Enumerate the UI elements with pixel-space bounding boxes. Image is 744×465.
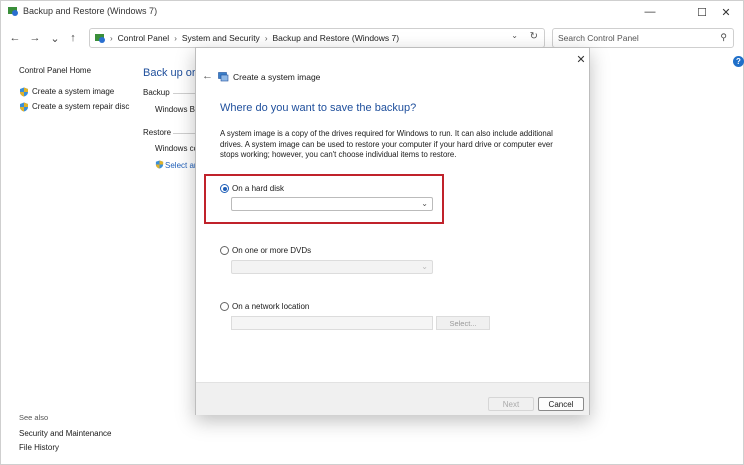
breadcrumb-separator: › [264, 33, 268, 43]
create-system-image-label: Create a system image [32, 87, 115, 96]
select-another-backup-link[interactable]: Select an [155, 160, 198, 170]
select-network-button: Select... [436, 316, 490, 330]
back-arrow-icon[interactable]: ← [7, 30, 23, 46]
dialog-description: A system image is a copy of the drives r… [220, 129, 553, 159]
restore-status: Windows cc [155, 144, 198, 153]
address-bar[interactable]: › Control Panel › System and Security › … [89, 28, 545, 48]
window-title: Backup and Restore (Windows 7) [23, 6, 158, 16]
highlight-box [204, 174, 444, 224]
chevron-down-icon: ⌄ [421, 262, 428, 271]
address-dropdown-icon[interactable]: ⌄ [511, 31, 518, 40]
control-panel-icon [95, 34, 105, 43]
recent-locations-chevron-icon[interactable]: ⌄ [47, 30, 63, 46]
search-icon[interactable]: ⚲ [720, 32, 727, 43]
help-icon[interactable]: ? [733, 56, 744, 67]
backup-restore-window: Backup and Restore (Windows 7) — ☐ ✕ ← →… [0, 0, 744, 465]
minimize-button[interactable]: — [633, 1, 667, 23]
title-bar: Backup and Restore (Windows 7) — ☐ ✕ [1, 1, 743, 23]
breadcrumb-backup-restore[interactable]: Backup and Restore (Windows 7) [272, 33, 399, 43]
shield-icon [155, 160, 164, 169]
system-image-icon [218, 72, 229, 82]
up-arrow-icon[interactable]: ↑ [65, 30, 81, 46]
network-location-option[interactable]: On a network location [220, 302, 309, 311]
cancel-button[interactable]: Cancel [538, 397, 584, 411]
dialog-heading: Where do you want to save the backup? [220, 102, 417, 114]
breadcrumb-system-and-security[interactable]: System and Security [182, 33, 260, 43]
create-repair-disc-link[interactable]: Create a system repair disc [19, 99, 139, 114]
breadcrumb-control-panel[interactable]: Control Panel [118, 33, 170, 43]
select-another-backup-label: Select an [165, 161, 199, 170]
network-location-radio[interactable] [220, 302, 229, 311]
see-also-heading: See also [19, 413, 49, 422]
create-repair-disc-label: Create a system repair disc [32, 102, 130, 111]
create-system-image-link[interactable]: Create a system image [19, 84, 139, 99]
search-input[interactable]: Search Control Panel ⚲ [552, 28, 734, 48]
file-history-link[interactable]: File History [19, 443, 59, 452]
network-location-field [231, 316, 433, 330]
create-system-image-dialog: ✕ ← Create a system image Where do you w… [195, 47, 590, 415]
dvd-label: On one or more DVDs [232, 246, 312, 255]
shield-icon [20, 102, 28, 111]
breadcrumb-separator: › [174, 33, 177, 43]
left-pane: Control Panel Home Create a system image… [19, 63, 139, 114]
breadcrumb-separator: › [110, 33, 113, 43]
dvd-radio[interactable] [220, 246, 229, 255]
dialog-close-button[interactable]: ✕ [574, 52, 588, 66]
backup-status: Windows Ba [155, 105, 200, 114]
dialog-back-arrow-icon[interactable]: ← [202, 70, 213, 82]
shield-icon [20, 87, 28, 96]
forward-arrow-icon[interactable]: → [27, 30, 43, 46]
dvd-option[interactable]: On one or more DVDs [220, 246, 311, 255]
network-location-label: On a network location [232, 302, 310, 311]
restore-section-label: Restore [143, 128, 172, 137]
dialog-title: Create a system image [233, 72, 321, 82]
search-placeholder: Search Control Panel [558, 33, 639, 43]
dialog-footer: Next Cancel [196, 382, 589, 415]
backup-section-label: Backup [143, 88, 170, 97]
control-panel-icon [8, 7, 18, 16]
dvd-select: ⌄ [231, 260, 433, 274]
control-panel-home-link[interactable]: Control Panel Home [19, 63, 139, 78]
close-window-button[interactable]: ✕ [709, 1, 743, 23]
security-maintenance-link[interactable]: Security and Maintenance [19, 429, 112, 438]
refresh-icon[interactable]: ↻ [530, 31, 538, 42]
page-title: Back up or r [143, 67, 203, 79]
next-button: Next [488, 397, 534, 411]
